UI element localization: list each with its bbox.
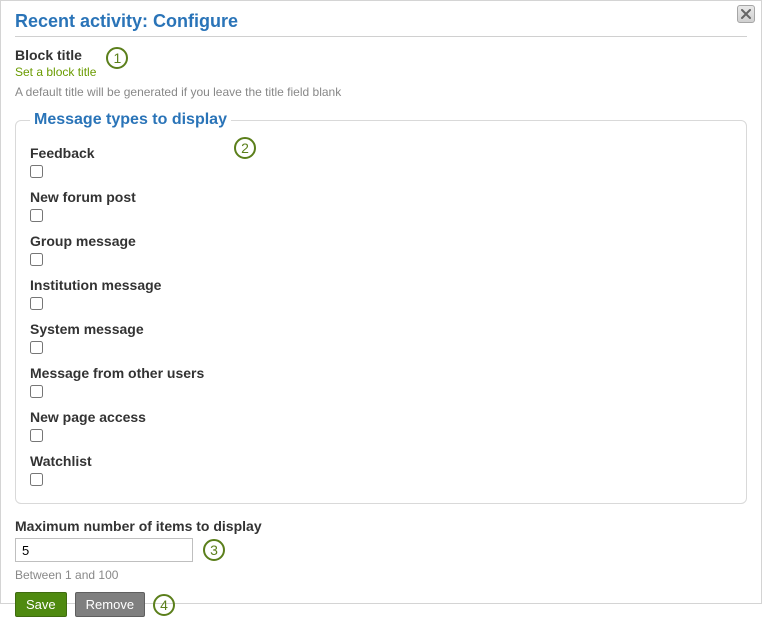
message-types-fieldset: Message types to display 2 Feedback New … <box>15 111 747 504</box>
checkbox-new-page-access[interactable] <box>30 429 43 442</box>
close-icon <box>741 7 751 22</box>
checkbox-item-message-other-users: Message from other users <box>30 365 732 401</box>
checkbox-label: System message <box>30 321 732 337</box>
checkbox-item-new-page-access: New page access <box>30 409 732 445</box>
checkbox-label: Institution message <box>30 277 732 293</box>
checkbox-watchlist[interactable] <box>30 473 43 486</box>
checkbox-label: Feedback <box>30 145 732 161</box>
checkbox-item-watchlist: Watchlist <box>30 453 732 489</box>
block-title-label: Block title <box>15 47 96 63</box>
checkbox-item-institution-message: Institution message <box>30 277 732 313</box>
checkbox-label: Watchlist <box>30 453 732 469</box>
max-items-help: Between 1 and 100 <box>15 568 747 582</box>
checkbox-group-message[interactable] <box>30 253 43 266</box>
checkbox-label: Group message <box>30 233 732 249</box>
annotation-3: 3 <box>203 539 225 561</box>
divider <box>15 36 747 37</box>
checkbox-system-message[interactable] <box>30 341 43 354</box>
set-block-title-link[interactable]: Set a block title <box>15 65 96 79</box>
checkbox-label: New page access <box>30 409 732 425</box>
checkbox-message-other-users[interactable] <box>30 385 43 398</box>
configure-dialog: Recent activity: Configure Block title S… <box>0 0 762 604</box>
checkbox-label: New forum post <box>30 189 732 205</box>
annotation-2: 2 <box>234 137 256 159</box>
block-title-help: A default title will be generated if you… <box>15 85 747 99</box>
message-types-legend: Message types to display <box>30 111 231 129</box>
save-button[interactable]: Save <box>15 592 67 617</box>
checkbox-item-feedback: Feedback <box>30 145 732 181</box>
checkbox-item-system-message: System message <box>30 321 732 357</box>
max-items-label: Maximum number of items to display <box>15 518 747 534</box>
annotation-4: 4 <box>153 594 175 616</box>
dialog-title: Recent activity: Configure <box>15 11 747 32</box>
checkbox-institution-message[interactable] <box>30 297 43 310</box>
checkbox-label: Message from other users <box>30 365 732 381</box>
close-button[interactable] <box>737 5 755 23</box>
max-items-input[interactable] <box>15 538 193 562</box>
annotation-1: 1 <box>106 47 128 69</box>
remove-button[interactable]: Remove <box>75 592 145 617</box>
checkbox-item-group-message: Group message <box>30 233 732 269</box>
checkbox-feedback[interactable] <box>30 165 43 178</box>
checkbox-new-forum-post[interactable] <box>30 209 43 222</box>
checkbox-item-new-forum-post: New forum post <box>30 189 732 225</box>
